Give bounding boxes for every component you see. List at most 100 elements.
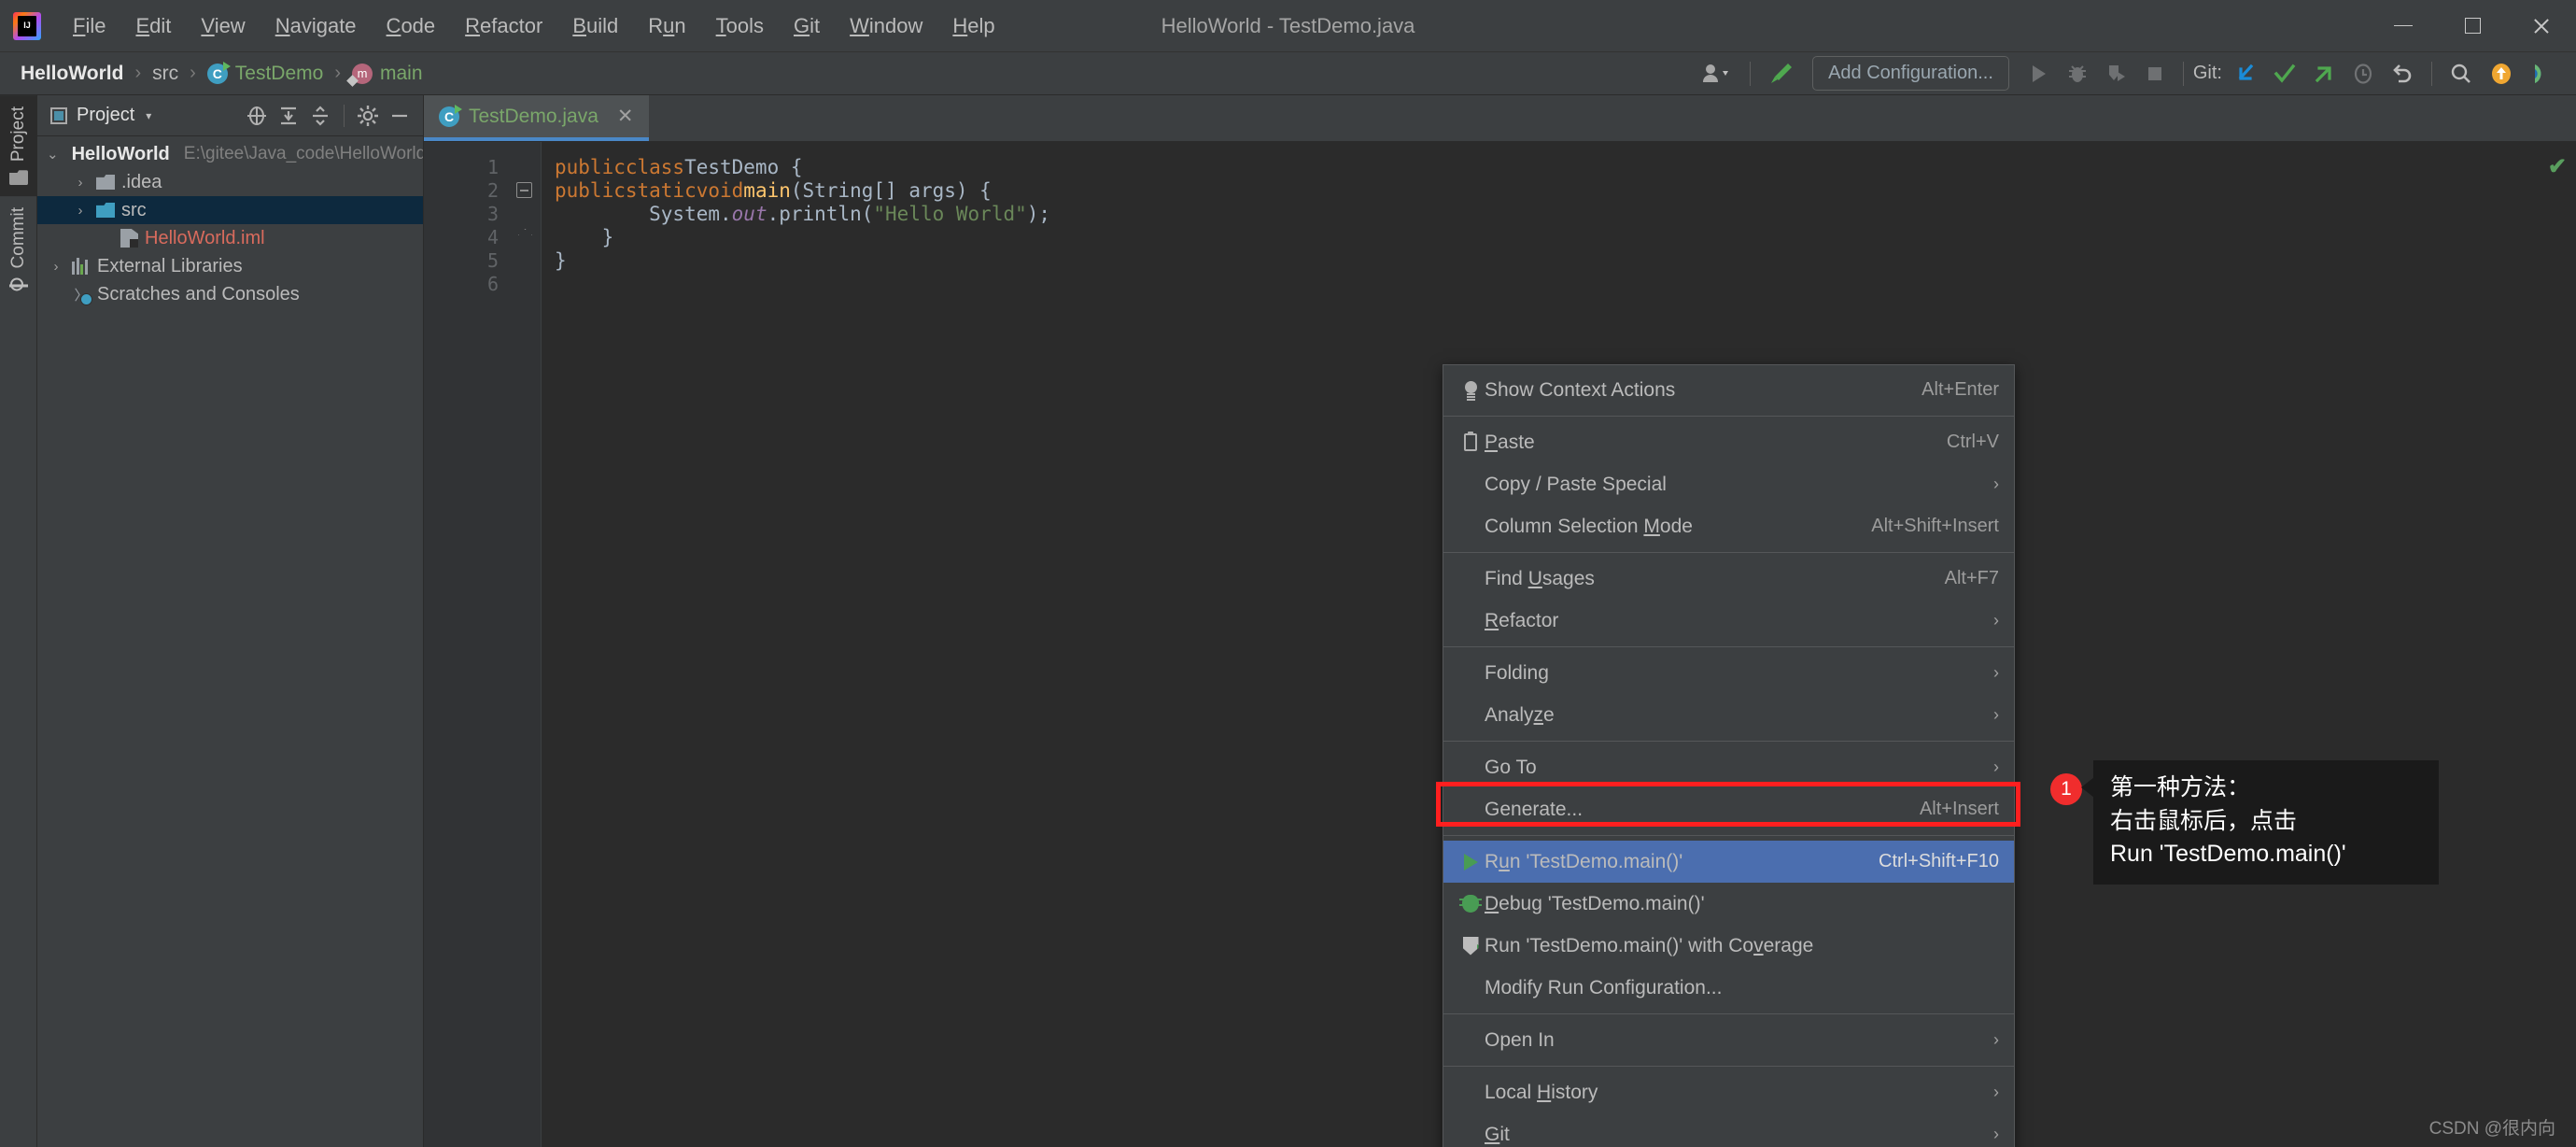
menu-item-paste[interactable]: Paste Ctrl+V	[1443, 421, 2014, 463]
debug-icon[interactable]	[2058, 55, 2097, 92]
code-line[interactable]: }	[555, 248, 2576, 272]
stop-icon[interactable]	[2136, 55, 2174, 92]
run-with-coverage-icon[interactable]	[2097, 55, 2136, 92]
menu-git[interactable]: Git	[779, 10, 835, 42]
menu-item-local-history[interactable]: Local History ›	[1443, 1071, 2014, 1113]
menu-item-git[interactable]: Git ›	[1443, 1113, 2014, 1147]
menu-build[interactable]: Build	[557, 10, 633, 42]
line-number[interactable]: 5	[424, 248, 508, 272]
breadcrumb-item-helloworld[interactable]: HelloWorld	[17, 61, 127, 87]
menu-item-modify-run-configuration[interactable]: Modify Run Configuration...	[1443, 967, 2014, 1009]
menu-run[interactable]: Run	[633, 10, 700, 42]
project-tree[interactable]: ⌄ HelloWorld E:\gitee\Java_code\HelloWorld…	[37, 136, 423, 1147]
chevron-right-icon[interactable]: ›	[71, 175, 90, 191]
chevron-down-icon[interactable]: ⌄	[47, 146, 59, 163]
rail-tab-commit[interactable]: Commit	[8, 196, 29, 306]
git-history-icon[interactable]	[2344, 55, 2383, 92]
tree-node-helloworld-iml[interactable]: ›HelloWorld.iml	[37, 224, 423, 252]
menu-file[interactable]: File	[58, 10, 120, 42]
iml-file-icon	[120, 229, 138, 248]
menu-item-go-to[interactable]: Go To ›	[1443, 746, 2014, 788]
fold-end-icon[interactable]	[518, 229, 530, 245]
menu-help[interactable]: Help	[937, 10, 1009, 42]
line-number-gutter[interactable]: 123456	[424, 142, 534, 1147]
upload-icon[interactable]	[2481, 55, 2522, 92]
menu-item-label: Local History	[1485, 1081, 1598, 1103]
tree-node-external-libraries[interactable]: › External Libraries	[37, 252, 423, 280]
menu-item-generate[interactable]: Generate... Alt+Insert	[1443, 788, 2014, 830]
menu-navigate[interactable]: Navigate	[260, 10, 372, 42]
menu-tools[interactable]: Tools	[701, 10, 779, 42]
search-everywhere-icon[interactable]	[2442, 55, 2481, 92]
git-rollback-icon[interactable]	[2383, 55, 2422, 92]
collapse-all-icon[interactable]	[306, 102, 334, 130]
fold-marker[interactable]	[508, 225, 541, 248]
minimize-button[interactable]	[2369, 0, 2438, 52]
code-line[interactable]: public class TestDemo {	[555, 155, 2576, 178]
rail-tab-project[interactable]: Project	[0, 95, 37, 197]
menu-item-run-testdemo-main-with-coverage[interactable]: Run 'TestDemo.main()' with Coverage	[1443, 925, 2014, 967]
settings-gear-icon[interactable]	[354, 102, 382, 130]
code-line[interactable]: System. out .println("Hello World");	[555, 202, 2576, 225]
tree-node-helloworld[interactable]: ⌄ HelloWorld E:\gitee\Java_code\HelloWorld	[37, 140, 423, 168]
menu-item-analyze[interactable]: Analyze ›	[1443, 694, 2014, 736]
editor-context-menu[interactable]: Show Context Actions Alt+Enter Paste Ctrl+V…	[1443, 364, 2015, 1147]
menu-item-label: Modify Run Configuration...	[1485, 976, 1723, 998]
code-line[interactable]: public static void main(String[] args) {	[555, 178, 2576, 202]
run-configuration-selector[interactable]: Add Configuration...	[1812, 56, 2009, 91]
fold-marker[interactable]	[508, 178, 541, 202]
fold-marker[interactable]	[508, 248, 541, 272]
fold-marker[interactable]	[508, 202, 541, 225]
close-button[interactable]	[2507, 0, 2576, 52]
git-commit-icon[interactable]	[2265, 55, 2304, 92]
menu-item-debug-testdemo-main[interactable]: Debug 'TestDemo.main()'	[1443, 883, 2014, 925]
toolbar-separator	[1750, 61, 1752, 86]
editor-tab-testdemo[interactable]: C TestDemo.java ✕	[424, 95, 649, 141]
maximize-button[interactable]	[2438, 0, 2507, 52]
menu-refactor[interactable]: Refactor	[450, 10, 557, 42]
chevron-right-icon[interactable]: ›	[71, 203, 90, 219]
breadcrumb-item-testdemo[interactable]: C TestDemo	[204, 61, 328, 87]
code-line[interactable]	[555, 272, 2576, 295]
menu-edit[interactable]: Edit	[120, 10, 186, 42]
tree-node-scratches-and-consoles[interactable]: ›〉Scratches and Consoles	[37, 280, 423, 308]
locate-icon[interactable]	[243, 102, 271, 130]
line-number[interactable]: 4	[424, 225, 508, 248]
menu-item-column-selection-mode[interactable]: Column Selection Mode Alt+Shift+Insert	[1443, 505, 2014, 547]
fold-marker[interactable]	[508, 155, 541, 178]
line-number[interactable]: 1	[424, 155, 534, 178]
breadcrumb-item-main[interactable]: m main	[348, 61, 427, 87]
menu-item-copy-paste-special[interactable]: Copy / Paste Special ›	[1443, 463, 2014, 505]
user-avatar-icon[interactable]	[1694, 55, 1740, 92]
menu-item-open-in[interactable]: Open In ›	[1443, 1019, 2014, 1061]
hide-panel-icon[interactable]	[386, 102, 414, 130]
menu-view[interactable]: View	[186, 10, 260, 42]
menu-code[interactable]: Code	[372, 10, 451, 42]
breadcrumb-item-src[interactable]: src	[148, 61, 182, 87]
menu-item-run-testdemo-main[interactable]: Run 'TestDemo.main()' Ctrl+Shift+F10	[1443, 841, 2014, 883]
menu-item-folding[interactable]: Folding ›	[1443, 652, 2014, 694]
tree-node-label: .idea	[121, 171, 162, 192]
git-push-icon[interactable]	[2304, 55, 2344, 92]
tree-node-src[interactable]: › src	[37, 196, 423, 224]
ide-preview-icon[interactable]	[2522, 55, 2563, 92]
chevron-right-icon[interactable]: ›	[47, 259, 65, 275]
code-folding-gutter[interactable]	[508, 142, 542, 1147]
run-icon[interactable]	[2019, 55, 2058, 92]
menu-item-find-usages[interactable]: Find Usages Alt+F7	[1443, 558, 2014, 600]
menu-item-show-context-actions[interactable]: Show Context Actions Alt+Enter	[1443, 369, 2014, 411]
line-number[interactable]: 2	[424, 178, 534, 202]
close-icon[interactable]: ✕	[617, 105, 634, 128]
line-number[interactable]: 6	[424, 272, 508, 295]
expand-all-icon[interactable]	[274, 102, 303, 130]
code-line[interactable]: }	[555, 225, 2576, 248]
line-number[interactable]: 3	[424, 202, 508, 225]
build-hammer-icon[interactable]	[1760, 55, 1803, 92]
tree-node-idea[interactable]: › .idea	[37, 168, 423, 196]
fold-marker[interactable]	[508, 272, 541, 295]
collapse-icon[interactable]	[516, 182, 532, 198]
menu-item-refactor[interactable]: Refactor ›	[1443, 600, 2014, 642]
menu-window[interactable]: Window	[835, 10, 937, 42]
git-update-icon[interactable]	[2226, 55, 2265, 92]
chevron-down-icon[interactable]: ▾	[146, 109, 151, 122]
